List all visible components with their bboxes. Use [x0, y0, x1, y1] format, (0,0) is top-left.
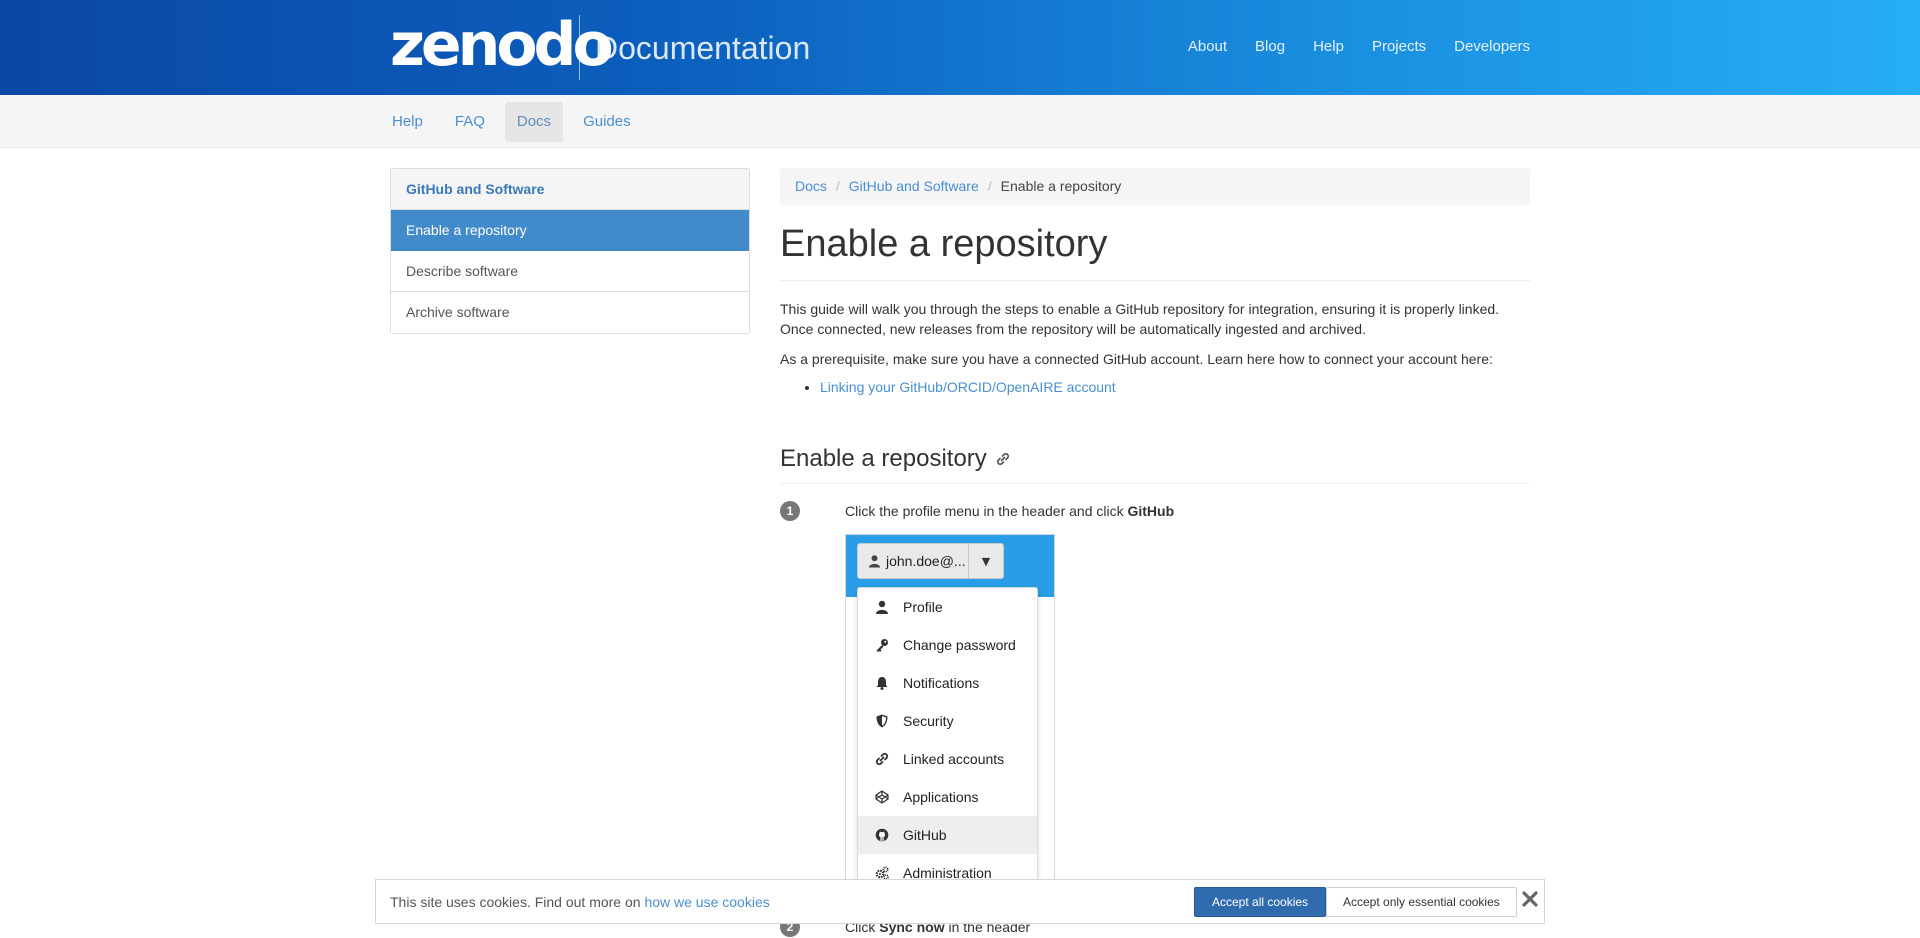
cookie-policy-link[interactable]: how we use cookies: [644, 894, 769, 910]
github-icon: [875, 828, 889, 842]
cookie-banner: This site uses cookies. Find out more on…: [375, 879, 1545, 924]
link-icon: [875, 752, 889, 766]
menu-item-github: GitHub: [858, 816, 1037, 854]
profile-menu-screenshot: john.doe@... ▼ Profile Change password N…: [845, 534, 1055, 884]
user-icon: [876, 600, 888, 614]
breadcrumb: Docs / GitHub and Software / Enable a re…: [780, 168, 1530, 205]
step-text: Click the profile menu in the header and…: [845, 503, 1175, 519]
user-menu-button: john.doe@... ▼: [857, 543, 1004, 579]
logo-wordmark: zenodo: [390, 10, 614, 80]
top-nav: About Blog Help Projects Developers: [1188, 38, 1530, 55]
intro-paragraph: This guide will walk you through the ste…: [780, 301, 1500, 337]
accept-all-cookies-button[interactable]: Accept all cookies: [1194, 887, 1327, 917]
nav-help[interactable]: Help: [1313, 38, 1344, 55]
anchor-link-icon[interactable]: [995, 451, 1011, 467]
site-title: Documentation: [595, 30, 811, 66]
cookie-message: This site uses cookies. Find out more on…: [390, 893, 770, 910]
sidebar-item-enable-repository[interactable]: Enable a repository: [391, 210, 749, 251]
menu-item-security: Security: [858, 702, 1037, 740]
logo-divider: [579, 15, 580, 80]
breadcrumb-current: Enable a repository: [1000, 178, 1122, 194]
page-title: Enable a repository: [780, 223, 1530, 281]
breadcrumb-github-software[interactable]: GitHub and Software: [849, 168, 979, 205]
breadcrumb-docs[interactable]: Docs: [795, 168, 827, 205]
menu-item-profile: Profile: [858, 588, 1037, 626]
linking-accounts-link[interactable]: Linking your GitHub/ORCID/OpenAIRE accou…: [820, 379, 1116, 395]
sidebar-item-describe-software[interactable]: Describe software: [391, 251, 749, 292]
shield-icon: [876, 714, 888, 728]
prerequisite-paragraph: As a prerequisite, make sure you have a …: [780, 351, 1493, 367]
menu-item-change-password: Change password: [858, 626, 1037, 664]
profile-dropdown-menu: Profile Change password Notifications Se…: [857, 587, 1038, 883]
close-icon[interactable]: [1520, 889, 1540, 909]
bell-icon: [876, 677, 888, 690]
nav-projects[interactable]: Projects: [1372, 38, 1426, 55]
zenodo-logo[interactable]: zenodo: [390, 10, 614, 80]
accept-essential-cookies-button[interactable]: Accept only essential cookies: [1326, 887, 1517, 917]
sidebar-heading[interactable]: GitHub and Software: [391, 169, 749, 210]
docs-sidebar: GitHub and Software Enable a repository …: [390, 168, 750, 334]
section-title-text: Enable a repository: [780, 445, 987, 472]
nav-about[interactable]: About: [1188, 38, 1227, 55]
caret-down-icon: ▼: [981, 554, 991, 568]
subnav-guides[interactable]: Guides: [571, 102, 643, 142]
list-item: Linking your GitHub/ORCID/OpenAIRE accou…: [820, 379, 1530, 395]
step-1: 1 Click the profile menu in the header a…: [780, 501, 1174, 521]
section-title: Enable a repository: [780, 445, 1530, 484]
user-email-label: john.doe@...: [886, 553, 966, 569]
user-icon: [868, 555, 881, 568]
subnav-help[interactable]: Help: [380, 102, 435, 142]
menu-item-linked-accounts: Linked accounts: [858, 740, 1037, 778]
subnav-docs[interactable]: Docs: [504, 102, 564, 142]
subnav-faq[interactable]: FAQ: [443, 102, 497, 142]
breadcrumb-separator: /: [835, 178, 840, 194]
codepen-icon: [875, 790, 889, 804]
sub-nav-bar: Help FAQ Docs Guides: [0, 95, 1920, 148]
cogs-icon: [875, 866, 889, 880]
sub-nav: Help FAQ Docs Guides: [380, 102, 651, 142]
step-number-badge: 1: [780, 501, 800, 521]
site-header: zenodo Documentation About Blog Help Pro…: [0, 0, 1920, 95]
breadcrumb-separator: /: [987, 178, 992, 194]
main-content: Docs / GitHub and Software / Enable a re…: [780, 168, 1530, 484]
menu-item-applications: Applications: [858, 778, 1037, 816]
prerequisite-links: Linking your GitHub/ORCID/OpenAIRE accou…: [780, 379, 1530, 395]
key-icon: [876, 639, 888, 652]
nav-developers[interactable]: Developers: [1454, 38, 1530, 55]
sidebar-item-archive-software[interactable]: Archive software: [391, 292, 749, 333]
nav-blog[interactable]: Blog: [1255, 38, 1285, 55]
menu-item-notifications: Notifications: [858, 664, 1037, 702]
